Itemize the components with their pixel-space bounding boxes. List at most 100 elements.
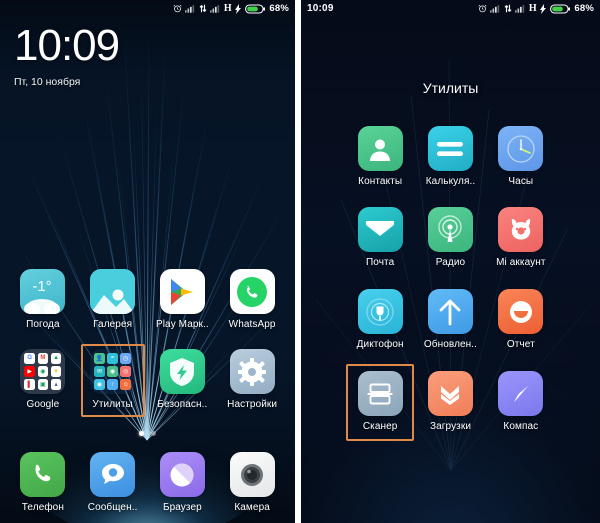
folder-app-downloads[interactable]: Загрузки (415, 371, 485, 432)
battery-icon (244, 3, 265, 14)
calculator-icon (427, 126, 473, 171)
home-row-2: G M ▲ ▶ ◉ ✦ ▌ ▣ ▲ Google 👤 = ◷ ✉ ◉ ◎ ◉ ↑… (0, 344, 295, 417)
app-label: WhatsApp (228, 319, 276, 330)
weather-icon: -1° (20, 269, 66, 314)
dock-app-browser[interactable]: Браузер (148, 452, 218, 513)
data-transfer-icon (504, 4, 512, 13)
mini-icon: ▌ (24, 379, 36, 390)
browser-icon (159, 452, 205, 497)
home-screen-panel: H 68% 10:09 Пт, 10 ноября -1° Погода Гал… (0, 0, 295, 523)
app-whatsapp[interactable]: WhatsApp (217, 269, 287, 330)
mini-icon: ◷ (120, 353, 132, 364)
folder-app-mail[interactable]: Почта (345, 207, 415, 268)
folder-app-compass[interactable]: Компас (486, 371, 556, 432)
app-label: Калькуля.. (425, 176, 476, 187)
phone-icon (20, 452, 66, 497)
app-label: Диктофон (356, 339, 404, 350)
app-label: Галерея (93, 319, 133, 330)
svg-text:-1°: -1° (33, 278, 52, 295)
app-label: Компас (503, 421, 539, 432)
contacts-icon (357, 126, 403, 171)
dock-app-phone[interactable]: Телефон (8, 452, 78, 513)
app-utilities-folder[interactable]: 👤 = ◷ ✉ ◉ ◎ ◉ ↑ ☺ Утилиты (78, 344, 148, 417)
mini-icon: ◎ (120, 366, 132, 377)
battery-icon (549, 3, 570, 14)
app-label: Почта (366, 257, 395, 268)
status-bar-folder: 10:09 H 68% (301, 0, 600, 17)
folder-row-1: Контакты Калькуля.. Часы (301, 126, 600, 187)
dock-app-camera[interactable]: Камера (217, 452, 287, 513)
signal-bars-icon (490, 4, 500, 13)
security-shield-icon (159, 349, 205, 394)
mini-icon: ▶ (24, 366, 36, 377)
mini-icon: ✦ (50, 366, 62, 377)
app-settings[interactable]: Настройки (217, 349, 287, 410)
clock-time: 10:09 (14, 21, 120, 70)
folder-app-updater[interactable]: Обновлен.. (415, 289, 485, 350)
signal-bars-icon (185, 4, 195, 13)
mail-icon (357, 207, 403, 252)
compass-icon (498, 371, 544, 416)
app-google-folder[interactable]: G M ▲ ▶ ◉ ✦ ▌ ▣ ▲ Google (8, 349, 78, 410)
mini-icon: ☺ (120, 379, 132, 390)
folder-title: Утилиты (422, 80, 479, 96)
app-security[interactable]: Безопасн.. (148, 349, 218, 410)
mini-icon: ↑ (107, 379, 118, 390)
folder-app-feedback[interactable]: Отчет (486, 289, 556, 350)
app-label: Обновлен.. (423, 339, 478, 350)
folder-row-4: Сканер Загрузки Компас (301, 364, 600, 441)
app-label: Google (26, 399, 60, 410)
folder-app-clock[interactable]: Часы (486, 126, 556, 187)
app-play-market[interactable]: Play Марк.. (148, 269, 218, 330)
folder-app-recorder[interactable]: Диктофон (345, 289, 415, 350)
page-dot[interactable] (151, 431, 156, 436)
downloads-icon (427, 371, 473, 416)
mini-icon: ◉ (37, 366, 49, 377)
folder-app-scanner[interactable]: Сканер (345, 364, 415, 441)
app-label: Сообщен.. (87, 502, 138, 513)
app-label: Контакты (358, 176, 403, 187)
home-clock-widget: 10:09 Пт, 10 ноября (14, 21, 120, 89)
app-gallery[interactable]: Галерея (78, 269, 148, 330)
page-dot-active[interactable] (139, 431, 144, 436)
mini-icon: = (107, 353, 118, 364)
folder-app-contacts[interactable]: Контакты (345, 126, 415, 187)
battery-percent-home: 68% (269, 3, 289, 14)
battery-percent-folder: 68% (574, 3, 594, 14)
mini-icon: ▣ (37, 379, 49, 390)
mini-icon: M (37, 353, 49, 364)
folder-app-radio[interactable]: Радио (415, 207, 485, 268)
mini-icon: ◉ (107, 366, 118, 377)
recorder-icon (357, 289, 403, 334)
status-bar-time-folder: 10:09 (307, 3, 334, 14)
folder-app-mi-account[interactable]: Mi аккаунт (486, 207, 556, 268)
app-label: Загрузки (429, 421, 472, 432)
clock-date: Пт, 10 ноября (14, 76, 81, 88)
play-store-icon (159, 269, 205, 314)
app-weather[interactable]: -1° Погода (8, 269, 78, 330)
charging-bolt-icon (540, 3, 547, 14)
app-label: Камера (234, 502, 270, 513)
signal-bars-icon (515, 4, 525, 13)
page-indicator (0, 431, 295, 436)
app-label: Утилиты (92, 399, 133, 410)
folder-row-2: Почта Радио Mi аккаунт (301, 207, 600, 268)
mini-icon: ▲ (50, 379, 62, 390)
folder-app-calculator[interactable]: Калькуля.. (415, 126, 485, 187)
app-label: Телефон (21, 502, 64, 513)
data-transfer-icon (199, 4, 207, 13)
folder-row-3: Диктофон Обновлен.. Отчет (301, 289, 600, 350)
signal-bars-icon (210, 4, 220, 13)
dual-screenshot: H 68% 10:09 Пт, 10 ноября -1° Погода Гал… (0, 0, 600, 523)
dock-app-messages[interactable]: Сообщен.. (78, 452, 148, 513)
mini-icon: 👤 (94, 353, 105, 364)
alarm-icon (173, 4, 182, 13)
radio-icon (427, 207, 473, 252)
app-label: Mi аккаунт (496, 257, 546, 268)
whatsapp-icon (229, 269, 275, 314)
settings-gear-icon (229, 349, 275, 394)
folder-screen-panel: 10:09 H 68% Утилиты Контакты Калькуля.. … (301, 0, 600, 523)
updater-icon (427, 289, 473, 334)
app-label: Play Марк.. (155, 319, 209, 330)
mini-icon: ▲ (50, 353, 62, 364)
